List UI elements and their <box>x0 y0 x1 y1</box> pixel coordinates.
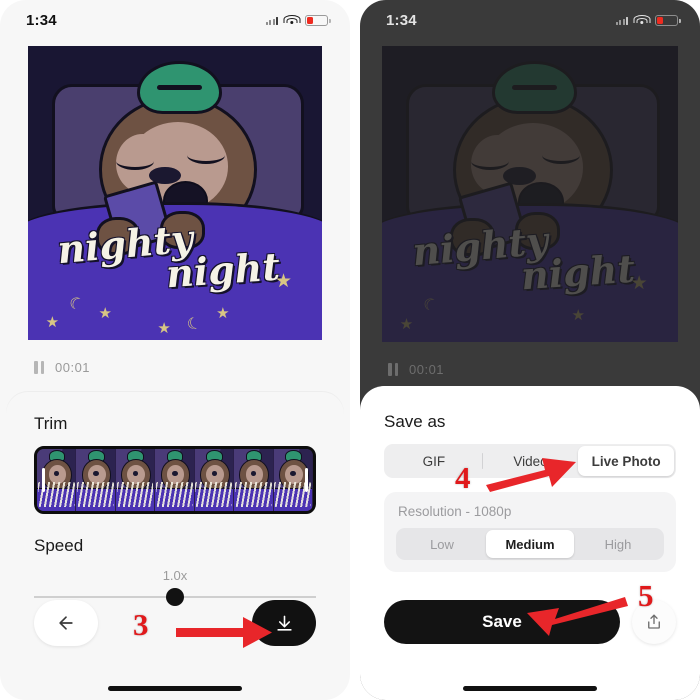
screenshot-stage: 1:34 nighty night ★ ★ ★ ★ ★ ☾ ☾ 00:01 Tr… <box>0 0 700 700</box>
download-icon <box>276 615 292 631</box>
pause-icon[interactable] <box>388 362 398 376</box>
star-icon: ★ <box>399 316 414 334</box>
star-icon: ★ <box>216 305 230 323</box>
save-button-label: Save <box>482 612 522 631</box>
media-preview[interactable]: 00:01 nighty night ★ ★ ★ ☾ <box>382 46 678 342</box>
editor-panel: Trim Speed 1.0x <box>6 392 344 700</box>
phone-screen-left: 1:34 nighty night ★ ★ ★ ★ ★ ☾ ☾ 00:01 Tr… <box>0 0 350 700</box>
playback-row-left: 00:01 <box>0 340 350 382</box>
playback-row-right: 00:01 <box>360 342 700 384</box>
wifi-icon <box>283 14 300 26</box>
sloth-artwork: nighty night ★ ★ ★ ★ ★ ☾ ☾ <box>28 46 322 340</box>
download-button[interactable] <box>252 600 316 646</box>
battery-low-icon <box>305 14 331 26</box>
annotation-number-3: 3 <box>133 607 149 642</box>
media-preview-wrapper: 00:01 nighty night ★ ★ ★ ☾ <box>360 40 700 342</box>
trim-filmstrip[interactable] <box>34 446 316 514</box>
editor-action-row <box>34 600 316 646</box>
star-icon: ★ <box>157 320 171 338</box>
status-bar-right: 1:34 <box>360 0 700 40</box>
back-button[interactable] <box>34 600 98 646</box>
annotation-number-5: 5 <box>638 578 654 613</box>
wifi-icon <box>633 14 650 26</box>
sheet-title: Save as <box>384 412 446 431</box>
arrow-left-icon <box>59 616 73 630</box>
trim-handle-right[interactable] <box>305 468 308 492</box>
status-bar-left: 1:34 <box>0 0 350 40</box>
cellular-signal-icon <box>615 16 628 25</box>
timecode: 00:01 <box>409 361 445 377</box>
speed-section-title: Speed <box>34 536 84 555</box>
home-indicator <box>463 686 597 691</box>
star-icon: ★ <box>630 272 648 294</box>
star-icon: ★ <box>274 270 292 292</box>
speed-section: Speed 1.0x <box>34 536 316 606</box>
segment-medium[interactable]: Medium <box>486 530 574 558</box>
status-time: 1:34 <box>26 11 57 29</box>
sloth-artwork: 00:01 nighty night ★ ★ ★ ☾ <box>382 46 678 342</box>
pause-icon[interactable] <box>34 360 44 374</box>
artwork-caption: nighty night <box>55 215 281 297</box>
artwork-caption-text: nighty night <box>410 217 636 299</box>
segment-high[interactable]: High <box>574 530 662 558</box>
save-as-sheet: Save as GIF Video Live Photo Resolution … <box>360 386 700 700</box>
star-icon: ★ <box>571 307 585 325</box>
share-upload-icon <box>648 614 660 629</box>
home-indicator <box>108 686 242 691</box>
trim-handle-left[interactable] <box>42 468 45 492</box>
quality-segmented-control[interactable]: Low Medium High <box>396 528 664 560</box>
speed-value: 1.0x <box>162 568 188 583</box>
status-indicators <box>265 14 331 26</box>
resolution-label: Resolution - 1080p <box>398 504 512 519</box>
timecode: 00:01 <box>55 359 91 375</box>
segment-low[interactable]: Low <box>398 530 486 558</box>
segment-live-photo[interactable]: Live Photo <box>578 446 675 476</box>
cellular-signal-icon <box>265 16 278 25</box>
segment-video[interactable]: Video <box>483 446 579 476</box>
annotation-number-4: 4 <box>455 460 471 495</box>
media-preview[interactable]: nighty night ★ ★ ★ ★ ★ ☾ ☾ <box>28 46 322 340</box>
trim-section-title: Trim <box>34 414 68 433</box>
status-indicators <box>615 14 681 26</box>
star-icon: ★ <box>45 314 60 332</box>
resolution-card: Resolution - 1080p Low Medium High <box>384 492 676 572</box>
format-segmented-control[interactable]: GIF Video Live Photo <box>384 444 676 478</box>
battery-low-icon <box>655 14 681 26</box>
status-time: 1:34 <box>386 11 417 29</box>
save-button[interactable]: Save <box>384 600 620 644</box>
save-action-row: Save <box>384 600 676 644</box>
star-icon: ★ <box>98 305 112 323</box>
media-preview-wrapper: nighty night ★ ★ ★ ★ ★ ☾ ☾ <box>0 40 350 340</box>
